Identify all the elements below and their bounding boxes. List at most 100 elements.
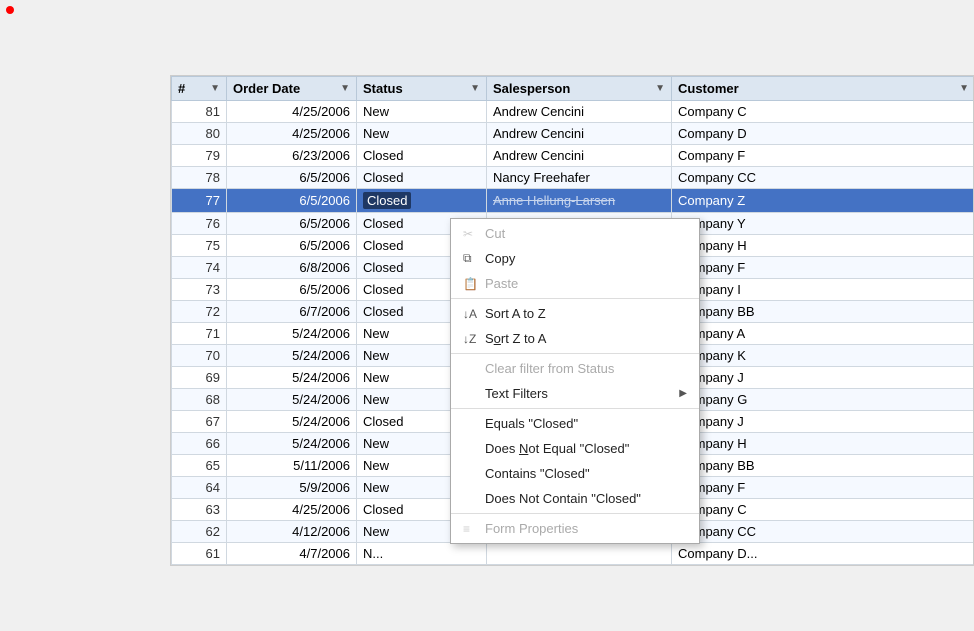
col-num-filter-icon[interactable]: ▼ (210, 83, 220, 94)
ctx-label-text-filters: Text Filters (485, 386, 679, 401)
ctx-separator (451, 353, 699, 354)
cell-customer: Company I (672, 279, 974, 301)
ctx-item-sort-az[interactable]: ↓ASort A to Z (451, 301, 699, 326)
cell-salesperson: Andrew Cencini (487, 101, 672, 123)
cell-date: 6/23/2006 (227, 145, 357, 167)
ctx-label-not-contain: Does Not Contain "Closed" (485, 491, 687, 506)
col-header-salesperson[interactable]: Salesperson ▼ (487, 77, 672, 101)
cell-date: 6/5/2006 (227, 189, 357, 213)
cell-customer: Company CC (672, 521, 974, 543)
cell-num: 79 (172, 145, 227, 167)
ctx-label-contains: Contains "Closed" (485, 466, 687, 481)
ctx-separator (451, 298, 699, 299)
cell-customer: Company BB (672, 301, 974, 323)
cell-date: 6/5/2006 (227, 213, 357, 235)
cell-num: 63 (172, 499, 227, 521)
cell-date: 4/12/2006 (227, 521, 357, 543)
cell-date: 4/25/2006 (227, 499, 357, 521)
col-status-filter-icon[interactable]: ▼ (470, 83, 480, 94)
cell-date: 4/25/2006 (227, 123, 357, 145)
table-row[interactable]: 786/5/2006ClosedNancy FreehaferCompany C… (172, 167, 974, 189)
cell-customer: Company Z (672, 189, 974, 213)
cell-date: 6/5/2006 (227, 167, 357, 189)
cell-date: 6/7/2006 (227, 301, 357, 323)
cell-date: 5/24/2006 (227, 345, 357, 367)
cell-customer: Company H (672, 235, 974, 257)
cell-customer: Company J (672, 367, 974, 389)
cell-customer: Company F (672, 477, 974, 499)
cell-customer: Company D (672, 123, 974, 145)
ctx-item-text-filters[interactable]: Text Filters▶ (451, 381, 699, 406)
cell-status: New (357, 123, 487, 145)
cell-num: 61 (172, 543, 227, 565)
col-sales-filter-icon[interactable]: ▼ (655, 83, 665, 94)
ctx-item-sort-za[interactable]: ↓ZSort Z to A (451, 326, 699, 351)
col-date-label: Order Date (233, 81, 300, 96)
ctx-item-equals[interactable]: Equals "Closed" (451, 411, 699, 436)
table-row[interactable]: 614/7/2006N... Company D... (172, 543, 974, 565)
cell-salesperson: Andrew Cencini (487, 145, 672, 167)
cell-num: 78 (172, 167, 227, 189)
col-header-customer[interactable]: Customer ▼ (672, 77, 974, 101)
ctx-separator (451, 408, 699, 409)
col-date-filter-icon[interactable]: ▼ (340, 83, 350, 94)
ctx-item-copy[interactable]: ⧉Copy (451, 246, 699, 271)
cell-date: 4/25/2006 (227, 101, 357, 123)
cell-status: Closed (357, 189, 487, 213)
ctx-label-clear-filter: Clear filter from Status (485, 361, 687, 376)
cell-date: 4/7/2006 (227, 543, 357, 565)
ctx-icon-form-props: ≡ (463, 522, 485, 536)
ctx-label-equals: Equals "Closed" (485, 416, 687, 431)
col-sales-label: Salesperson (493, 81, 570, 96)
ctx-item-contains[interactable]: Contains "Closed" (451, 461, 699, 486)
cell-num: 76 (172, 213, 227, 235)
red-dot (6, 6, 14, 14)
cell-customer: Company H (672, 433, 974, 455)
col-cust-label: Customer (678, 81, 739, 96)
ctx-item-not-contain[interactable]: Does Not Contain "Closed" (451, 486, 699, 511)
cell-date: 6/5/2006 (227, 279, 357, 301)
cell-customer: Company K (672, 345, 974, 367)
cell-customer: Company A (672, 323, 974, 345)
table-row[interactable]: 796/23/2006ClosedAndrew CenciniCompany F (172, 145, 974, 167)
context-menu: ✂Cut⧉Copy📋Paste↓ASort A to Z↓ZSort Z to … (450, 218, 700, 544)
col-header-date[interactable]: Order Date ▼ (227, 77, 357, 101)
table-row[interactable]: 776/5/2006ClosedAnne Hellung-LarsenCompa… (172, 189, 974, 213)
cell-customer: Company C (672, 101, 974, 123)
cell-num: 81 (172, 101, 227, 123)
cell-status: Closed (357, 145, 487, 167)
cell-date: 5/24/2006 (227, 367, 357, 389)
cell-status: New (357, 101, 487, 123)
cell-customer: Company G (672, 389, 974, 411)
ctx-label-sort-az: Sort A to Z (485, 306, 687, 321)
ctx-item-form-props: ≡Form Properties (451, 516, 699, 541)
cell-customer: Company F (672, 145, 974, 167)
ctx-item-clear-filter: Clear filter from Status (451, 356, 699, 381)
cell-date: 6/5/2006 (227, 235, 357, 257)
ctx-label-paste: Paste (485, 276, 687, 291)
ctx-label-cut: Cut (485, 226, 687, 241)
col-header-num[interactable]: # ▼ (172, 77, 227, 101)
cell-customer: Company Y (672, 213, 974, 235)
cell-date: 5/24/2006 (227, 433, 357, 455)
ctx-submenu-arrow-text-filters: ▶ (679, 388, 687, 399)
cell-customer: Company BB (672, 455, 974, 477)
cell-num: 74 (172, 257, 227, 279)
cell-customer: Company D... (672, 543, 974, 565)
cell-num: 69 (172, 367, 227, 389)
cell-customer: Company F (672, 257, 974, 279)
cell-status: N... (357, 543, 487, 565)
col-status-label: Status (363, 81, 403, 96)
col-header-status[interactable]: Status ▼ (357, 77, 487, 101)
cell-num: 73 (172, 279, 227, 301)
cell-num: 68 (172, 389, 227, 411)
col-cust-filter-icon[interactable]: ▼ (959, 83, 969, 94)
cell-customer: Company J (672, 411, 974, 433)
table-row[interactable]: 814/25/2006NewAndrew CenciniCompany C (172, 101, 974, 123)
ctx-item-not-equal[interactable]: Does Not Equal "Closed" (451, 436, 699, 461)
ctx-label-not-equal: Does Not Equal "Closed" (485, 441, 687, 456)
cell-salesperson: Andrew Cencini (487, 123, 672, 145)
cell-customer: Company CC (672, 167, 974, 189)
cell-num: 77 (172, 189, 227, 213)
table-row[interactable]: 804/25/2006NewAndrew CenciniCompany D (172, 123, 974, 145)
